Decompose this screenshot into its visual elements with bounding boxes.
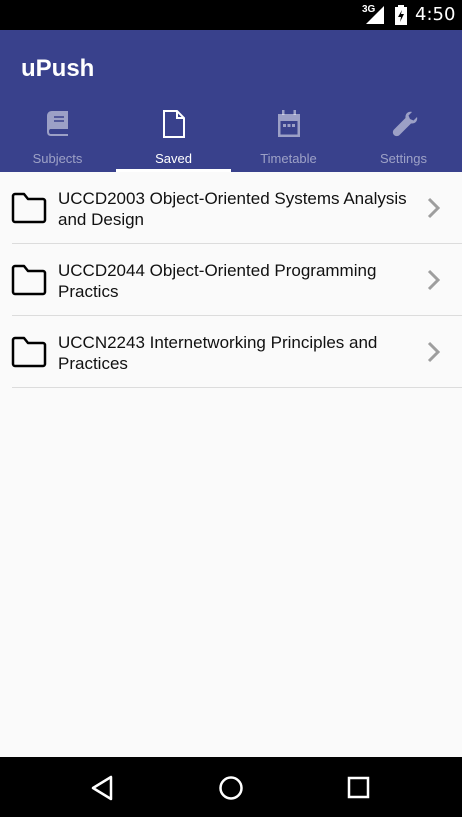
document-icon xyxy=(162,110,185,138)
clock: 4:50 xyxy=(415,4,456,25)
navigation-bar xyxy=(0,757,462,817)
item-title: UCCD2003 Object-Oriented Systems Analysi… xyxy=(58,189,407,229)
tab-saved[interactable]: Saved xyxy=(116,106,231,172)
tab-label: Settings xyxy=(380,151,427,166)
saved-list: UCCD2003 Object-Oriented Systems Analysi… xyxy=(0,172,462,388)
folder-icon xyxy=(11,336,47,368)
calendar-icon xyxy=(277,110,300,137)
tab-settings[interactable]: Settings xyxy=(346,106,461,172)
item-title: UCCN2243 Internetworking Principles and … xyxy=(58,333,378,373)
home-icon[interactable] xyxy=(217,774,245,802)
list-item[interactable]: UCCN2243 Internetworking Principles and … xyxy=(0,316,462,388)
chevron-right-icon xyxy=(427,197,441,219)
tab-label: Saved xyxy=(155,151,192,166)
book-icon xyxy=(46,111,68,136)
back-icon[interactable] xyxy=(89,774,117,802)
signal-icon xyxy=(366,6,384,24)
item-title: UCCD2044 Object-Oriented Programming Pra… xyxy=(58,261,377,301)
list-item[interactable]: UCCD2003 Object-Oriented Systems Analysi… xyxy=(0,172,462,244)
list-item[interactable]: UCCD2044 Object-Oriented Programming Pra… xyxy=(0,244,462,316)
status-bar: 3G 4:50 xyxy=(0,0,462,30)
battery-icon xyxy=(395,5,407,25)
app-title: uPush xyxy=(21,55,95,82)
tab-label: Subjects xyxy=(32,151,83,166)
recents-icon[interactable] xyxy=(345,774,373,802)
tab-label: Timetable xyxy=(260,151,317,166)
tab-timetable[interactable]: Timetable xyxy=(231,106,346,172)
app-bar: uPush Subjects Saved Timetable Settings xyxy=(0,30,462,172)
chevron-right-icon xyxy=(427,341,441,363)
divider xyxy=(12,387,462,388)
folder-icon xyxy=(11,192,47,224)
folder-icon xyxy=(11,264,47,296)
tab-subjects[interactable]: Subjects xyxy=(0,106,115,172)
wrench-icon xyxy=(392,111,417,137)
chevron-right-icon xyxy=(427,269,441,291)
